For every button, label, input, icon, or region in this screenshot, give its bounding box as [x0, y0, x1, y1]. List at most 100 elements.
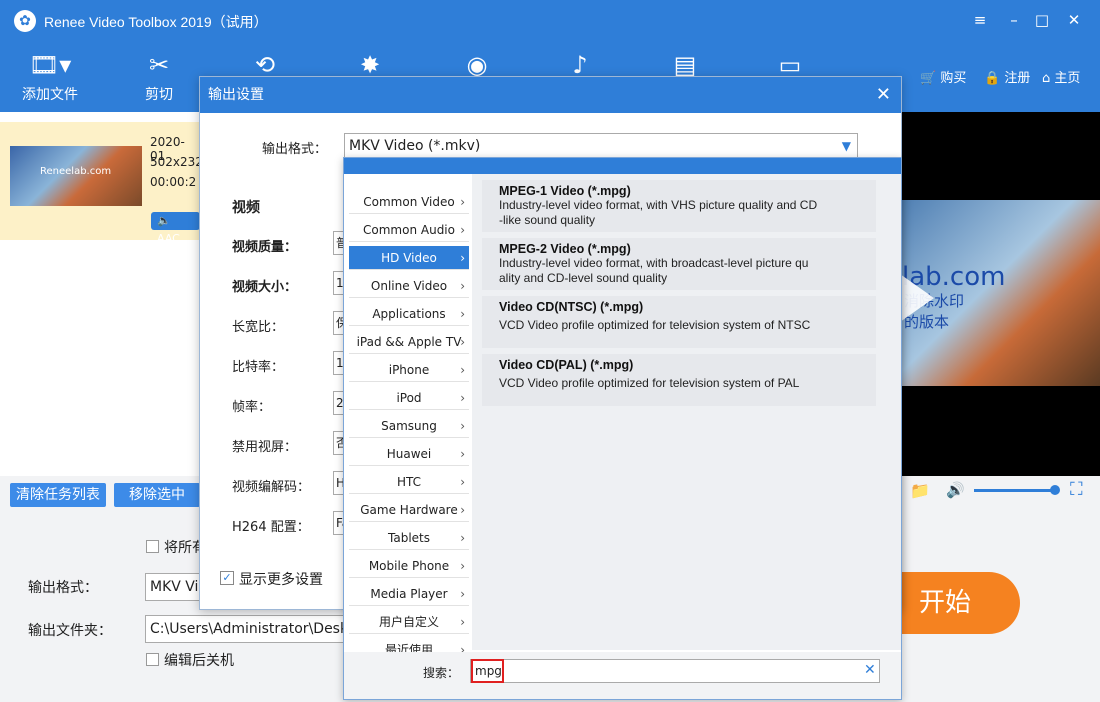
file-resolution: 502x232: [150, 155, 203, 169]
category-item[interactable]: 用户自定义 ›: [349, 610, 469, 634]
category-item[interactable]: Tablets ›: [349, 526, 469, 550]
output-format-label: 输出格式：: [28, 580, 98, 596]
disable-video-label: 禁用视屏：: [232, 440, 298, 455]
format-description: -like sound quality: [499, 213, 596, 227]
volume-slider-handle[interactable]: [1050, 485, 1060, 495]
add-file-button[interactable]: 🎞▾ 添加文件: [14, 50, 86, 108]
category-item[interactable]: Samsung ›: [349, 414, 469, 438]
remove-selected-button[interactable]: 移除选中: [114, 483, 200, 507]
format-item[interactable]: Video CD(PAL) (*.mpg) VCD Video profile …: [482, 354, 876, 406]
maximize-icon[interactable]: □: [1030, 9, 1054, 31]
fullscreen-icon[interactable]: ⛶: [1070, 479, 1083, 500]
category-item[interactable]: Common Video ›: [349, 190, 469, 214]
chevron-down-icon: ▼: [841, 139, 851, 153]
category-item[interactable]: Huawei ›: [349, 442, 469, 466]
category-label: Applications: [372, 307, 446, 321]
scissors-icon: ✂: [148, 51, 170, 79]
category-item-active[interactable]: HD Video ›: [349, 246, 469, 270]
lock-icon: 🔒: [984, 71, 1001, 86]
format-name: MPEG-1 Video (*.mpg): [499, 184, 631, 198]
film-add-icon: 🎞▾: [28, 51, 72, 79]
category-item[interactable]: HTC ›: [349, 470, 469, 494]
category-item[interactable]: Mobile Phone ›: [349, 554, 469, 578]
dialog-title: 输出设置: [200, 77, 901, 113]
category-item[interactable]: iPad && Apple TV ›: [349, 330, 469, 354]
list-item[interactable]: Reneelab.com 2020-01 502x232 00:00:2 🔈 A…: [0, 122, 203, 245]
menu-icon[interactable]: ≡: [968, 9, 992, 31]
category-item[interactable]: Common Audio ›: [349, 218, 469, 242]
format-value: MKV Video (*.mkv): [349, 138, 481, 154]
minimize-icon[interactable]: –: [1002, 9, 1026, 31]
format-name: Video CD(PAL) (*.mpg): [499, 358, 634, 372]
window-title: Renee Video Toolbox 2019（试用）: [44, 14, 268, 30]
register-link[interactable]: 🔒 注册: [984, 67, 1030, 86]
volume-slider[interactable]: [974, 489, 1056, 492]
shutdown-label: 编辑后关机: [164, 653, 234, 669]
task-list: Reneelab.com 2020-01 502x232 00:00:2 🔈 A…: [0, 112, 203, 476]
category-label: 用户自定义: [378, 615, 439, 629]
category-label: Tablets: [388, 531, 430, 545]
search-input[interactable]: [470, 659, 880, 683]
player-controls: 📁 🔊 ⛶: [900, 476, 1100, 506]
category-label: iPad && Apple TV: [356, 335, 462, 349]
video-thumbnail: Reneelab.com: [10, 146, 142, 206]
home-icon: ⌂: [1042, 71, 1051, 86]
category-label: Common Video: [363, 195, 455, 209]
chevron-right-icon: ›: [460, 587, 465, 601]
quality-label: 视频质量：: [232, 240, 298, 255]
chevron-right-icon: ›: [460, 475, 465, 489]
popup-header: [344, 158, 901, 174]
format-item[interactable]: MPEG-2 Video (*.mpg) Industry-level vide…: [482, 238, 876, 290]
chevron-right-icon: ›: [460, 419, 465, 433]
play-icon[interactable]: [900, 274, 934, 322]
buy-label: 购买: [940, 71, 967, 86]
category-item[interactable]: Game Hardware ›: [349, 498, 469, 522]
format-label: 输出格式：: [262, 142, 328, 157]
category-list: Common Video › Common Audio › HD Video › On…: [344, 174, 472, 662]
clear-list-button[interactable]: 清除任务列表: [10, 483, 106, 507]
apply-all-checkbox[interactable]: [146, 540, 159, 553]
chevron-right-icon: ›: [460, 335, 465, 349]
category-item[interactable]: Online Video ›: [349, 274, 469, 298]
category-label: Samsung: [381, 419, 437, 433]
category-label: Online Video: [370, 279, 448, 293]
close-window-icon[interactable]: ✕: [1062, 9, 1086, 31]
codec-label: 视频编解码：: [232, 480, 311, 495]
size-label: 视频大小：: [232, 280, 298, 295]
chevron-right-icon: ›: [460, 531, 465, 545]
shutdown-checkbox[interactable]: [146, 653, 159, 666]
category-item[interactable]: Applications ›: [349, 302, 469, 326]
format-select[interactable]: MKV Video (*.mkv) ▼: [344, 133, 858, 159]
thumbnail-text: Reneelab.com: [40, 166, 112, 177]
h264-label: H264 配置：: [232, 520, 310, 535]
format-item[interactable]: Video CD(NTSC) (*.mpg) VCD Video profile…: [482, 296, 876, 348]
category-item[interactable]: iPod ›: [349, 386, 469, 410]
format-description: VCD Video profile optimized for televisi…: [499, 318, 811, 332]
output-folder-label: 输出文件夹：: [28, 623, 112, 639]
cut-label: 剪切: [145, 87, 173, 103]
chevron-right-icon: ›: [460, 307, 465, 321]
video-preview: lab.com 消除水印 的版本: [900, 112, 1100, 476]
category-item[interactable]: Media Player ›: [349, 582, 469, 606]
search-value[interactable]: mpg: [471, 659, 504, 683]
cart-icon: 🛒: [920, 71, 937, 86]
register-label: 注册: [1004, 71, 1031, 86]
chevron-right-icon: ›: [460, 503, 465, 517]
volume-icon[interactable]: 🔊: [946, 481, 965, 499]
output-format-select[interactable]: MKV Vide: [145, 573, 205, 601]
audio-badge[interactable]: 🔈 AAC: [151, 212, 200, 245]
output-folder-field[interactable]: C:\Users\Administrator\Desktop: [145, 615, 345, 643]
dialog-close-icon[interactable]: ✕: [876, 77, 891, 113]
format-item[interactable]: MPEG-1 Video (*.mpg) Industry-level vide…: [482, 180, 876, 232]
more-settings-checkbox[interactable]: ✓: [220, 571, 234, 585]
home-link[interactable]: ⌂ 主页: [1042, 67, 1080, 86]
chevron-right-icon: ›: [460, 391, 465, 405]
category-label: HD Video: [381, 251, 437, 265]
buy-link[interactable]: 🛒 购买: [920, 67, 966, 86]
folder-icon[interactable]: 📁: [910, 481, 930, 500]
clear-search-icon[interactable]: ✕: [864, 662, 876, 678]
category-item[interactable]: iPhone ›: [349, 358, 469, 382]
cut-button[interactable]: ✂ 剪切: [130, 50, 188, 108]
audio-codec: AAC: [157, 232, 180, 245]
framerate-label: 帧率：: [232, 400, 272, 415]
